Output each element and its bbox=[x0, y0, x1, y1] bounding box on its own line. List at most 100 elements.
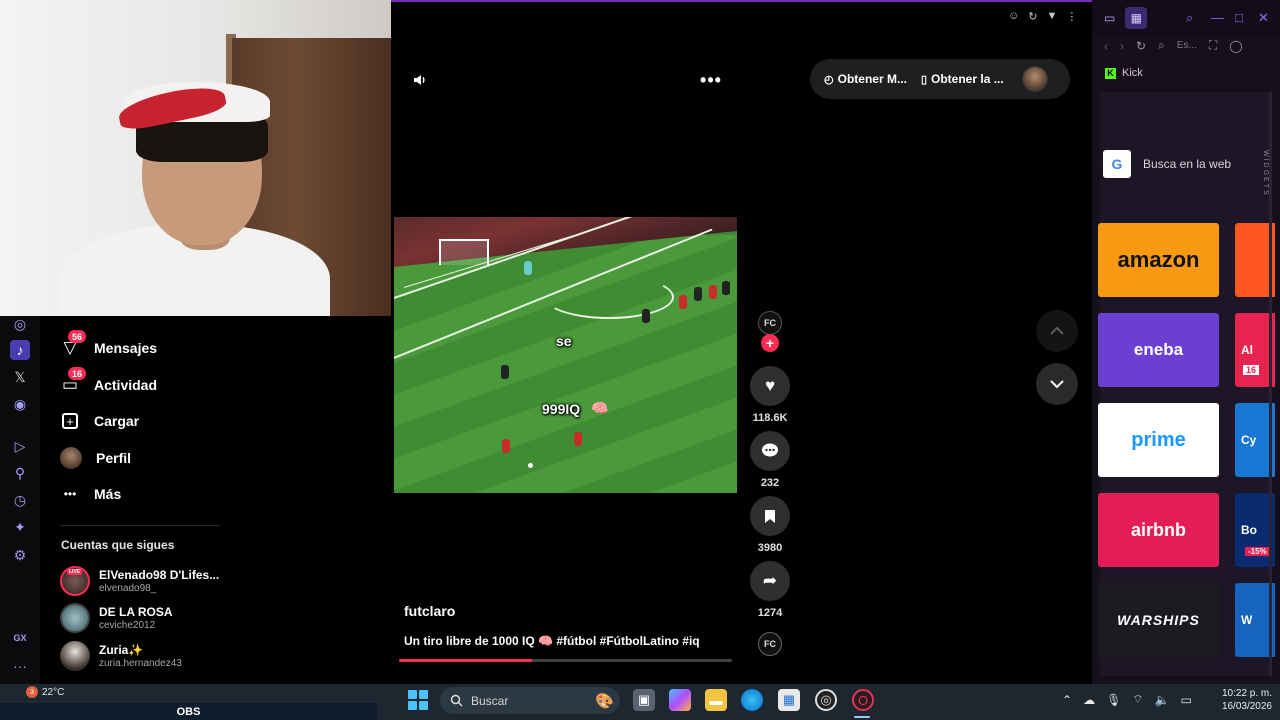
instagram-icon[interactable]: ◎ bbox=[10, 314, 30, 334]
maximize-icon[interactable]: □ bbox=[1235, 10, 1243, 25]
avatar bbox=[60, 603, 90, 633]
creator-avatar[interactable]: FC bbox=[758, 311, 782, 335]
speed-dial-warships[interactable]: WARSHIPS bbox=[1098, 583, 1219, 657]
video-description: Un tiro libre de 1000 IQ 🧠 #fútbol #Fútb… bbox=[404, 634, 700, 648]
grid-icon[interactable]: ▦ bbox=[1125, 7, 1148, 29]
emoji-icon[interactable]: ☺ bbox=[1008, 10, 1019, 23]
follow-button[interactable]: + bbox=[761, 334, 779, 352]
ball bbox=[528, 463, 533, 468]
search-icon[interactable]: ⌕ bbox=[1158, 38, 1165, 53]
speed-dial-airbnb[interactable]: airbnb bbox=[1098, 493, 1219, 567]
player bbox=[722, 281, 730, 295]
sidebar-item-mas[interactable]: ••• Más bbox=[60, 480, 122, 508]
opera-gx-icon[interactable]: ◎ bbox=[815, 689, 837, 711]
taskbar-clock[interactable]: 10:22 p. m. 16/03/2026 bbox=[1200, 687, 1272, 713]
chevron-up-icon[interactable]: ⌃ bbox=[1062, 693, 1072, 707]
back-icon[interactable]: ‹ bbox=[1104, 39, 1108, 53]
previous-video-button[interactable] bbox=[1036, 310, 1078, 352]
forward-icon[interactable]: › bbox=[1120, 39, 1124, 53]
extensions-icon[interactable]: ✦ bbox=[10, 517, 30, 537]
sidebar-item-mensajes[interactable]: ▽ 56 Mensajes bbox=[60, 330, 157, 362]
search-icon[interactable]: ⌕ bbox=[1186, 10, 1193, 26]
wifi-icon[interactable]: ⌔ bbox=[1132, 692, 1143, 707]
get-app-button[interactable]: ▯ Obtener la ... bbox=[921, 72, 1004, 86]
heart-icon[interactable]: ♥ bbox=[750, 366, 790, 406]
speed-dial-amazon[interactable]: amazon bbox=[1098, 223, 1219, 297]
plus-square-icon: + bbox=[62, 413, 78, 429]
next-video-button[interactable] bbox=[1036, 363, 1078, 405]
taskbar-search[interactable]: Buscar 🎨 bbox=[440, 687, 620, 714]
sidebar-item-cargar[interactable]: + Cargar bbox=[60, 407, 139, 435]
divider bbox=[60, 525, 220, 526]
copilot-icon[interactable] bbox=[669, 689, 691, 711]
reload-icon[interactable]: ↻ bbox=[1028, 10, 1037, 23]
more-icon[interactable]: ··· bbox=[10, 656, 30, 676]
kick-bookmark[interactable]: K Kick bbox=[1105, 67, 1143, 79]
cloud-icon[interactable]: ☁ bbox=[1083, 693, 1095, 707]
minimize-icon[interactable]: — bbox=[1211, 10, 1224, 25]
window-accent-line bbox=[391, 0, 1092, 2]
panel-scrollbar[interactable] bbox=[1269, 92, 1272, 676]
following-account[interactable]: Zuria✨ zuria.hernandez43 bbox=[60, 641, 182, 671]
battery-icon[interactable]: ▭ bbox=[1181, 693, 1192, 707]
share-icon[interactable]: ➦ bbox=[750, 561, 790, 601]
snapshot-icon[interactable]: ⛶ bbox=[1209, 38, 1217, 53]
opera-icon[interactable]: O bbox=[852, 689, 874, 711]
x-icon[interactable]: 𝕏 bbox=[10, 367, 30, 387]
more-icon: ••• bbox=[63, 487, 77, 501]
windows-start-icon[interactable] bbox=[408, 690, 428, 710]
gamepad-icon[interactable]: ▭ bbox=[1104, 11, 1115, 25]
menu-icon[interactable]: ⋮ bbox=[1066, 10, 1077, 23]
account-name: Zuria✨ bbox=[99, 643, 144, 657]
account-icon[interactable]: ◯ bbox=[1229, 39, 1242, 53]
store-icon[interactable]: ▦ bbox=[778, 689, 800, 711]
sidebar-item-label: Perfil bbox=[96, 450, 132, 466]
account-name: DE LA ROSA bbox=[99, 605, 173, 619]
goal-net bbox=[439, 239, 489, 265]
following-account[interactable]: LIVE ElVenado98 D'Lifes... elvenado98_ bbox=[60, 566, 219, 596]
video-progress-bar[interactable] bbox=[399, 659, 732, 662]
share-count: 1274 bbox=[757, 607, 783, 619]
volume-icon[interactable]: 🔈 bbox=[1155, 693, 1170, 707]
discord-icon[interactable]: ◉ bbox=[10, 394, 30, 414]
video-player[interactable]: se 999IQ 🧠 bbox=[394, 217, 737, 493]
edge-icon[interactable] bbox=[741, 689, 763, 711]
more-options-button[interactable]: ••• bbox=[700, 70, 722, 90]
file-explorer-icon[interactable]: ▬ bbox=[705, 689, 727, 711]
history-icon[interactable]: ◷ bbox=[10, 490, 30, 510]
task-view-icon[interactable]: ▣ bbox=[633, 689, 655, 711]
account-handle: zuria.hernandez43 bbox=[99, 658, 182, 669]
player bbox=[501, 365, 509, 379]
speed-dial-eneba[interactable]: eneba bbox=[1098, 313, 1219, 387]
following-account[interactable]: DE LA ROSA ceviche2012 bbox=[60, 603, 173, 633]
google-icon: G bbox=[1103, 149, 1131, 178]
bookmark-icon[interactable] bbox=[750, 496, 790, 536]
like-action: ♥ 118.6K bbox=[750, 366, 790, 424]
web-search-widget[interactable]: G Busca en la web bbox=[1103, 147, 1263, 180]
music-disc-icon[interactable]: FC bbox=[758, 632, 782, 656]
avatar[interactable] bbox=[1021, 66, 1048, 92]
weather-widget[interactable]: 3 22°C bbox=[26, 686, 64, 698]
get-music-button[interactable]: ◴ Obtener M... bbox=[824, 72, 907, 86]
comment-icon[interactable] bbox=[750, 431, 790, 471]
sidebar-item-label: Actividad bbox=[94, 377, 158, 393]
tiktok-icon[interactable]: ♪ bbox=[10, 340, 30, 360]
speed-dial-partial-label: Bo bbox=[1241, 523, 1257, 537]
pin-icon[interactable]: ⚲ bbox=[10, 463, 30, 483]
speed-dial-prime[interactable]: prime bbox=[1098, 403, 1219, 477]
sidebar-item-actividad[interactable]: ▭ 16 Actividad bbox=[60, 367, 158, 399]
pin-icon[interactable]: ▼ bbox=[1046, 10, 1057, 23]
volume-icon[interactable] bbox=[410, 70, 430, 90]
live-badge: LIVE bbox=[67, 569, 83, 575]
sidebar-item-label: Cargar bbox=[94, 413, 140, 429]
reload-icon[interactable]: ↻ bbox=[1136, 39, 1146, 53]
microphone-icon[interactable]: 🎙 bbox=[1106, 693, 1121, 707]
gx-icon[interactable]: GX bbox=[10, 628, 30, 648]
close-icon[interactable]: ✕ bbox=[1258, 10, 1269, 26]
sidebar-item-perfil[interactable]: Perfil bbox=[60, 444, 131, 472]
address-bar[interactable]: Es... bbox=[1177, 40, 1197, 51]
inbox-icon: ▭ 16 bbox=[60, 367, 86, 395]
settings-icon[interactable]: ⚙ bbox=[10, 545, 30, 565]
player-icon[interactable]: ▷ bbox=[10, 436, 30, 456]
video-author[interactable]: futclaro bbox=[404, 603, 455, 619]
